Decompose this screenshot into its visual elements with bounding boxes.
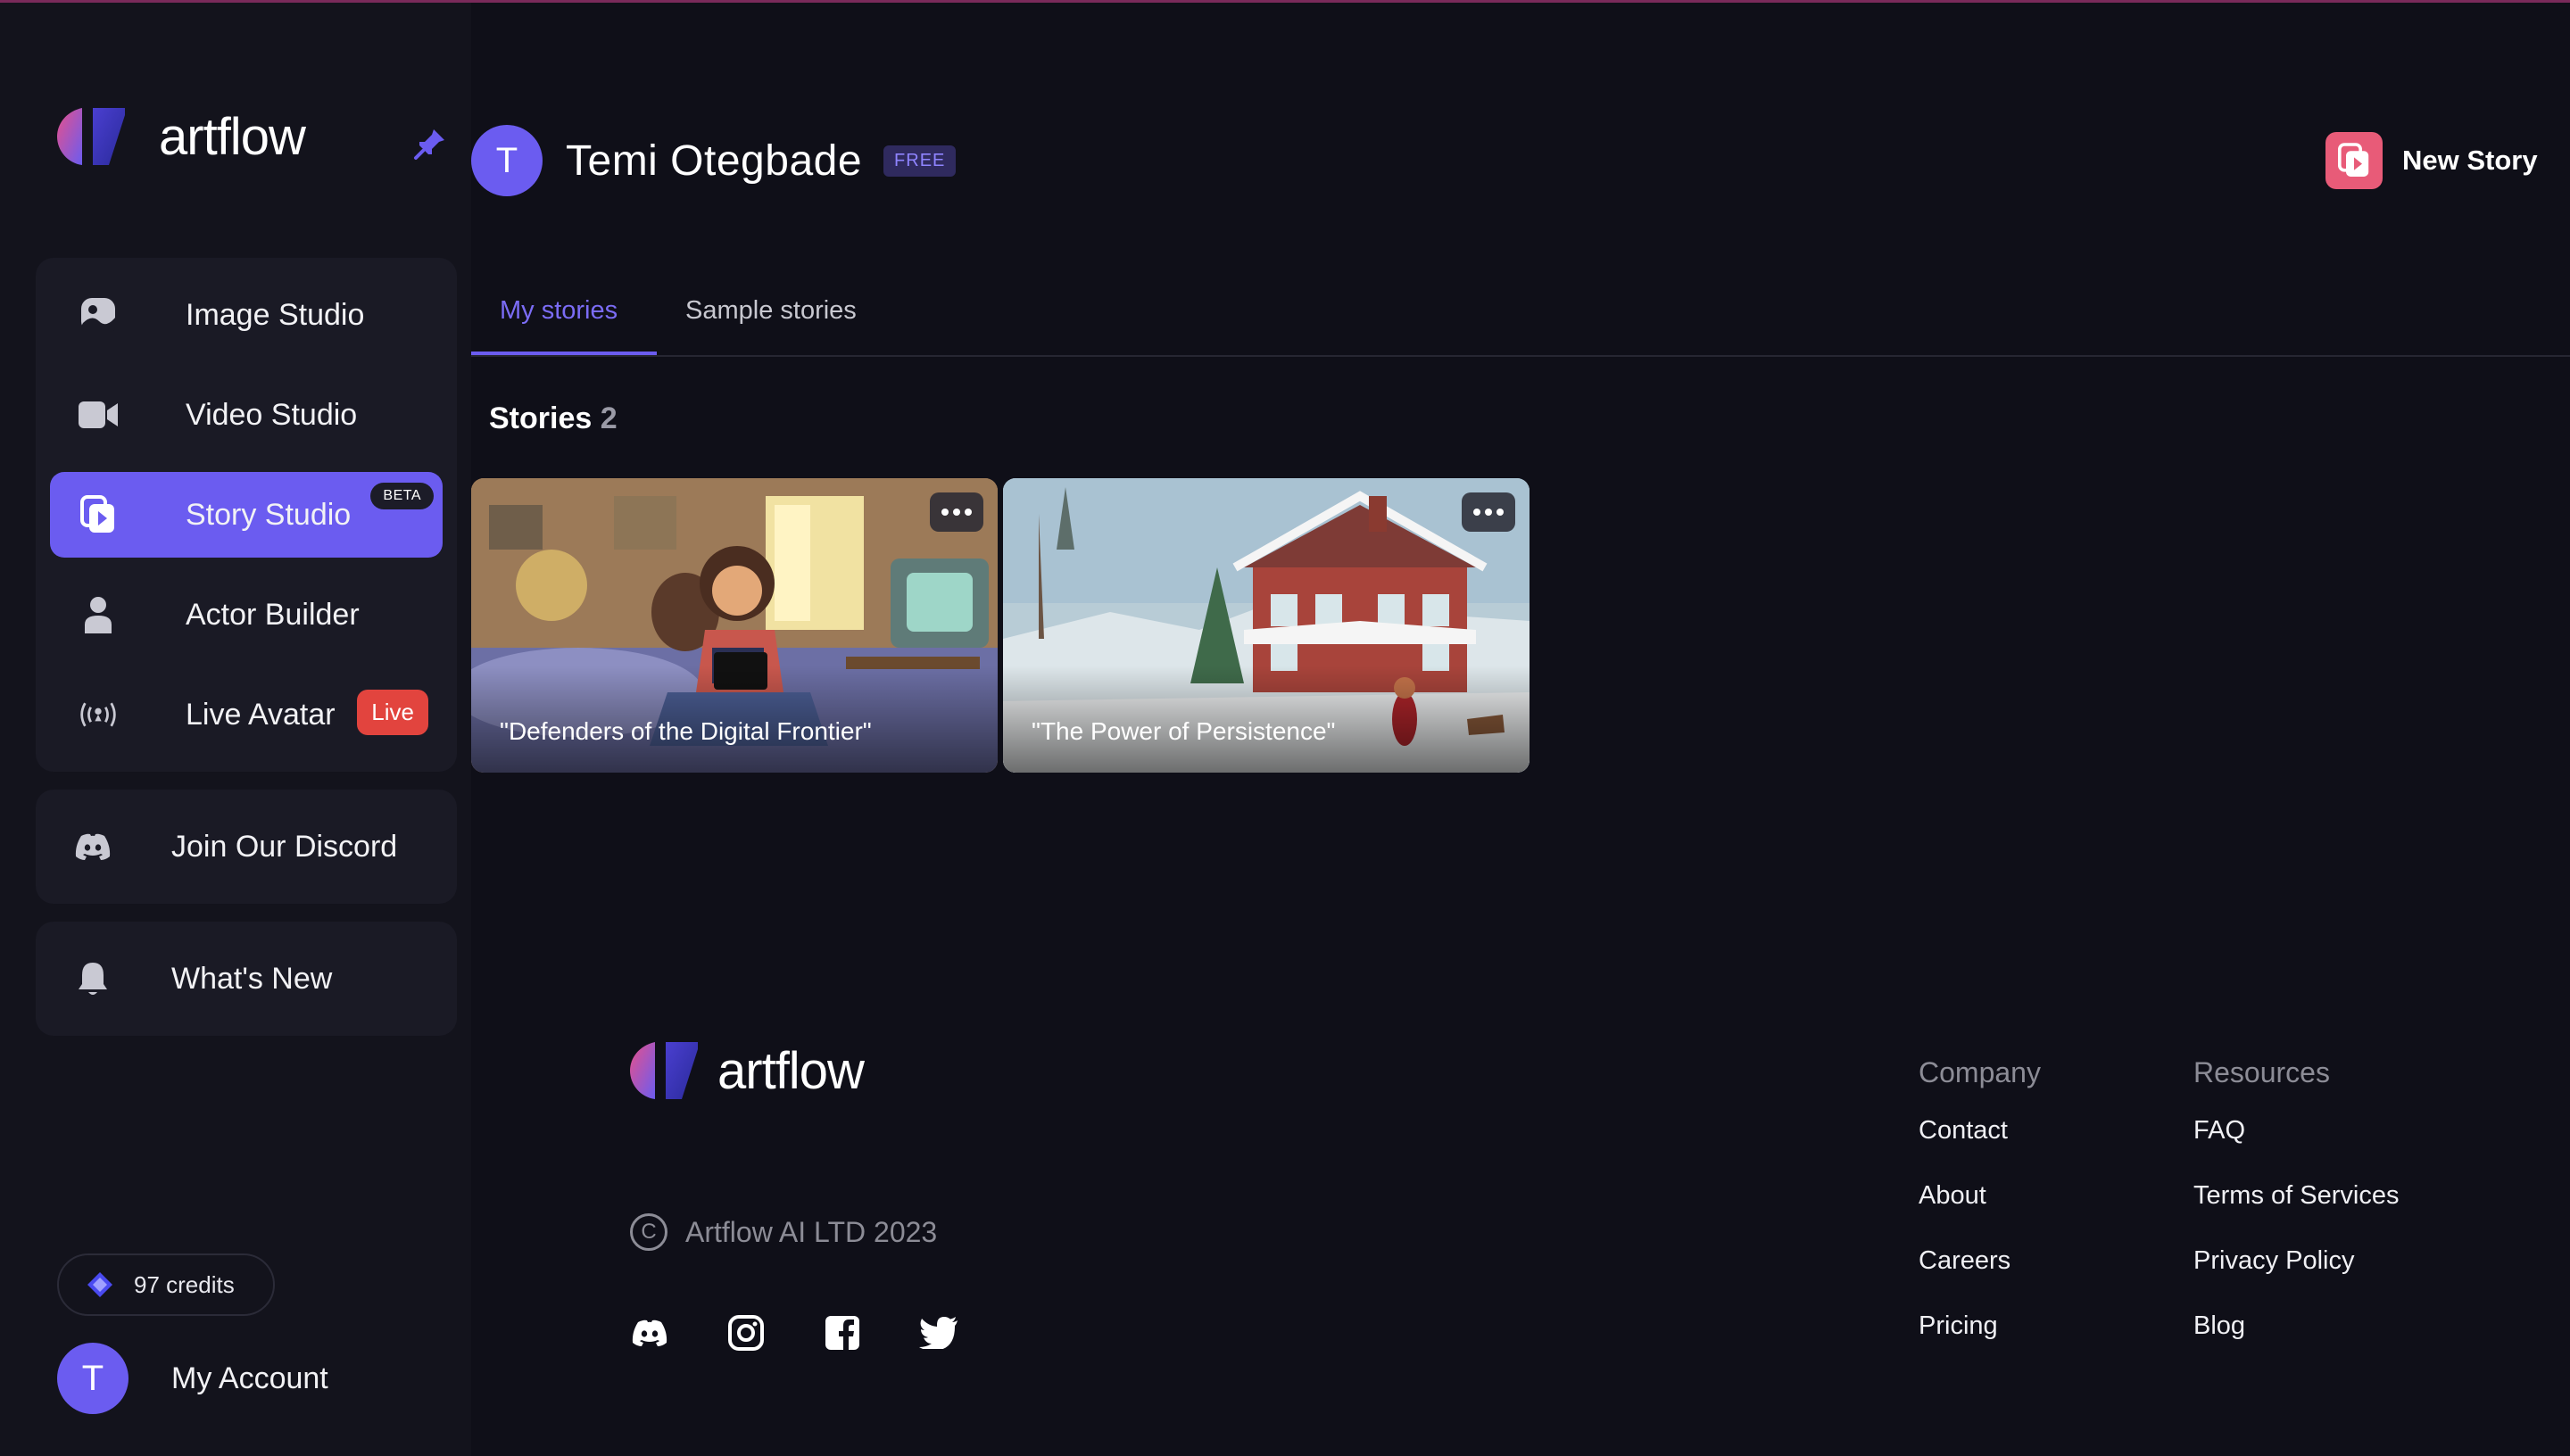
live-badge: Live — [357, 690, 428, 735]
more-options-button[interactable] — [1462, 492, 1515, 532]
story-tabs: My stories Sample stories — [471, 277, 2570, 357]
footer-link-blog[interactable]: Blog — [2193, 1311, 2399, 1377]
image-studio-icon — [79, 295, 118, 335]
footer-link-pricing[interactable]: Pricing — [1919, 1311, 2041, 1377]
story-card[interactable]: "The Power of Persistence" — [1003, 478, 1530, 773]
sidebar-item-label: Video Studio — [186, 397, 358, 432]
footer-resources-column: Resources FAQ Terms of Services Privacy … — [2193, 1056, 2399, 1377]
discord-icon — [73, 827, 112, 866]
sidebar-item-label: Live Avatar — [186, 697, 336, 732]
footer-link-about[interactable]: About — [1919, 1181, 2041, 1246]
video-camera-icon — [79, 395, 118, 434]
stories-heading: Stories 2 — [489, 401, 618, 435]
sidebar-item-actor-builder[interactable]: Actor Builder — [50, 572, 443, 658]
sidebar-item-image-studio[interactable]: Image Studio — [50, 272, 443, 358]
sidebar-nav: Image Studio Video Studio Story Studio B… — [36, 258, 457, 772]
twitter-icon[interactable] — [919, 1313, 958, 1353]
new-story-button[interactable]: New Story — [2325, 132, 2538, 189]
story-studio-icon — [79, 495, 118, 534]
footer-company-column: Company Contact About Careers Pricing — [1919, 1056, 2041, 1377]
pin-icon[interactable] — [412, 126, 448, 161]
footer-heading: Company — [1919, 1056, 2041, 1088]
sidebar-item-label: Story Studio — [186, 497, 352, 532]
gem-icon — [87, 1272, 112, 1297]
discord-icon[interactable] — [630, 1313, 669, 1353]
footer-link-contact[interactable]: Contact — [1919, 1116, 2041, 1181]
copyright: C Artflow AI LTD 2023 — [630, 1213, 937, 1251]
story-card[interactable]: "Defenders of the Digital Frontier" — [471, 478, 998, 773]
footer-link-careers[interactable]: Careers — [1919, 1246, 2041, 1311]
artflow-logo-icon — [57, 108, 125, 165]
more-options-button[interactable] — [930, 492, 983, 532]
footer-link-terms[interactable]: Terms of Services — [2193, 1181, 2399, 1246]
instagram-icon[interactable] — [726, 1313, 766, 1353]
my-account-label: My Account — [171, 1361, 328, 1395]
person-icon — [79, 595, 118, 634]
credits-pill[interactable]: 97 credits — [57, 1253, 275, 1316]
footer-link-faq[interactable]: FAQ — [2193, 1116, 2399, 1181]
story-title: "The Power of Persistence" — [1032, 717, 1336, 745]
sidebar-item-label: Actor Builder — [186, 597, 360, 632]
beta-badge: BETA — [370, 483, 434, 509]
sidebar-logo[interactable]: artflow — [55, 106, 306, 167]
my-account-button[interactable]: T My Account — [57, 1343, 328, 1414]
join-discord-button[interactable]: Join Our Discord — [36, 790, 457, 904]
story-title: "Defenders of the Digital Frontier" — [500, 717, 872, 745]
bell-icon — [73, 959, 112, 998]
avatar: T — [57, 1343, 128, 1414]
whats-new-label: What's New — [171, 961, 333, 996]
facebook-icon[interactable] — [823, 1313, 862, 1353]
stories-count: 2 — [600, 401, 618, 435]
user-header: T Temi Otegbade FREE — [471, 125, 957, 196]
tab-sample-stories[interactable]: Sample stories — [685, 296, 857, 326]
whats-new-button[interactable]: What's New — [36, 922, 457, 1036]
tab-my-stories[interactable]: My stories — [500, 296, 618, 326]
brand-name: artflow — [717, 1041, 865, 1100]
artflow-logo-icon — [630, 1042, 698, 1099]
broadcast-icon — [79, 695, 118, 734]
brand-name: artflow — [159, 107, 306, 166]
user-name: Temi Otegbade — [566, 136, 863, 185]
sidebar-item-story-studio[interactable]: Story Studio BETA — [50, 472, 443, 558]
footer-logo[interactable]: artflow — [628, 1040, 865, 1101]
plan-badge: FREE — [883, 145, 957, 177]
footer-link-privacy[interactable]: Privacy Policy — [2193, 1246, 2399, 1311]
active-tab-indicator — [471, 352, 657, 355]
avatar: T — [471, 125, 543, 196]
sidebar: artflow Image Studio Video Studio Story … — [0, 3, 471, 1456]
new-story-icon — [2325, 132, 2383, 189]
new-story-label: New Story — [2402, 145, 2538, 176]
sidebar-item-live-avatar[interactable]: Live Avatar Live — [50, 672, 443, 757]
social-links — [630, 1313, 1016, 1353]
footer-heading: Resources — [2193, 1056, 2330, 1088]
sidebar-item-video-studio[interactable]: Video Studio — [50, 372, 443, 458]
copyright-text: Artflow AI LTD 2023 — [685, 1215, 938, 1248]
sidebar-item-label: Image Studio — [186, 297, 365, 332]
copyright-icon: C — [630, 1213, 667, 1251]
credits-label: 97 credits — [134, 1270, 235, 1298]
discord-label: Join Our Discord — [171, 829, 398, 864]
